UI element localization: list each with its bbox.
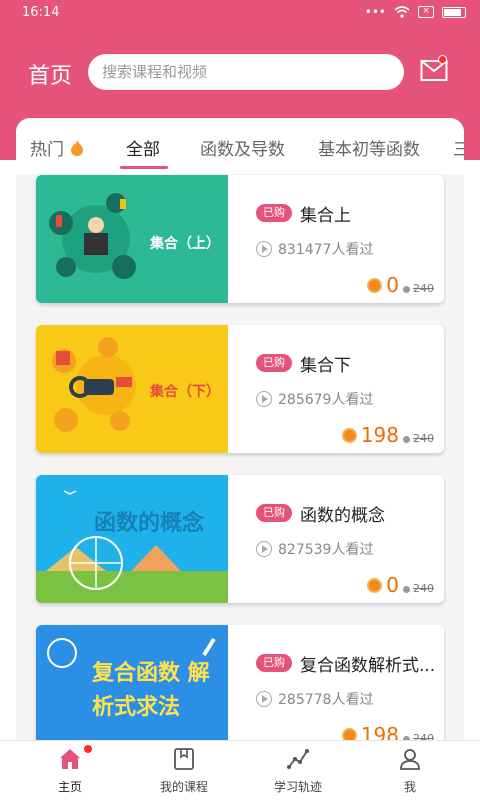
view-count-text: 285679人看过	[278, 392, 374, 408]
course-thumbnail: 集合（上）	[36, 175, 228, 303]
nav-label: 我的课程	[159, 780, 208, 794]
price-row: 198 240	[341, 423, 434, 447]
course-info: 已购 集合上 831477人看过 0 240	[228, 175, 444, 303]
tab-functions-derivatives[interactable]: 函数及导数	[200, 135, 285, 160]
category-tabs: 热门 全部 函数及导数 基本初等函数 三	[16, 118, 464, 174]
view-count-text: 827539人看过	[278, 542, 374, 558]
close-box-icon: ×	[418, 6, 434, 18]
price-row: 0 240	[367, 273, 434, 297]
course-title: 复合函数解析式...	[300, 656, 436, 676]
thumbnail-caption: 集合（下）	[150, 384, 220, 400]
tab-hot-label: 热门	[30, 140, 64, 160]
play-icon	[256, 241, 272, 257]
coin-icon	[341, 427, 357, 443]
course-title: 函数的概念	[300, 506, 385, 526]
original-price: 240	[403, 432, 434, 445]
view-count-text: 285778人看过	[278, 692, 374, 708]
book-icon	[174, 748, 194, 770]
price-row: 0 240	[367, 573, 434, 597]
thumbnail-caption: 函数的概念	[94, 511, 205, 536]
tab-more[interactable]: 三	[453, 135, 464, 160]
nav-item-learning-track[interactable]: 学习轨迹	[238, 741, 358, 800]
thumbnail-illustration	[36, 490, 228, 603]
content-panel: 热门 全部 函数及导数 基本初等函数 三 集合（上） 已购 集合上 831477…	[16, 118, 464, 800]
purchased-badge: 已购	[256, 204, 292, 222]
home-icon	[60, 749, 80, 769]
flame-icon	[71, 140, 84, 156]
thumbnail-caption: 复合函数 解析式求法	[92, 661, 210, 720]
original-price: 240	[403, 282, 434, 295]
course-title: 集合上	[300, 206, 351, 226]
purchased-badge: 已购	[256, 354, 292, 372]
notification-dot	[438, 55, 447, 64]
nav-item-home[interactable]: 主页	[10, 741, 130, 800]
coin-icon	[367, 277, 383, 293]
purchased-badge: 已购	[256, 654, 292, 672]
status-bar: 16:14 ••• ×	[0, 0, 480, 26]
view-count: 285679人看过	[256, 389, 373, 409]
notification-dot	[84, 745, 92, 753]
purchased-badge: 已购	[256, 504, 292, 522]
page-title: 首页	[28, 64, 73, 89]
course-card[interactable]: 集合（上） 已购 集合上 831477人看过 0 240	[36, 175, 444, 303]
course-info: 已购 复合函数解析式... 285778人看过 198 240	[228, 625, 444, 753]
tab-hot[interactable]: 热门	[30, 135, 85, 160]
profile-icon	[400, 749, 420, 770]
price: 0	[386, 273, 399, 297]
view-count-text: 831477人看过	[278, 242, 374, 258]
course-thumbnail: 复合函数 解析式求法	[36, 625, 228, 753]
course-info: 已购 集合下 285679人看过 198 240	[228, 325, 444, 453]
view-count: 831477人看过	[256, 239, 373, 259]
thumbnail-caption: 集合（上）	[150, 236, 220, 252]
course-thumbnail: 函数的概念	[36, 475, 228, 603]
play-icon	[256, 691, 272, 707]
nav-label: 我	[403, 780, 416, 794]
wifi-icon	[394, 6, 410, 18]
course-info: 已购 函数的概念 827539人看过 0 240	[228, 475, 444, 603]
battery-icon	[442, 6, 466, 18]
search-input[interactable]: 搜索课程和视频	[88, 54, 404, 90]
play-icon	[256, 391, 272, 407]
view-count: 827539人看过	[256, 539, 373, 559]
active-tab-indicator	[120, 166, 168, 169]
course-card[interactable]: 集合（下） 已购 集合下 285679人看过 198 240	[36, 325, 444, 453]
status-icons: ••• ×	[365, 5, 466, 19]
nav-item-me[interactable]: 我	[350, 741, 470, 800]
nav-label: 学习轨迹	[273, 780, 322, 794]
status-time: 16:14	[22, 5, 60, 20]
tab-all[interactable]: 全部	[126, 135, 160, 160]
price: 198	[360, 423, 399, 447]
price: 0	[386, 573, 399, 597]
course-thumbnail: 集合（下）	[36, 325, 228, 453]
course-title: 集合下	[300, 356, 351, 376]
bottom-nav: 主页 我的课程 学习轨迹 我	[0, 740, 480, 800]
original-price: 240	[403, 582, 434, 595]
view-count: 285778人看过	[256, 689, 373, 709]
play-icon	[256, 541, 272, 557]
nav-label: 主页	[57, 780, 82, 794]
trend-icon	[287, 749, 309, 769]
course-card[interactable]: 复合函数 解析式求法 已购 复合函数解析式... 285778人看过 198 2…	[36, 625, 444, 753]
course-card[interactable]: 函数的概念 已购 函数的概念 827539人看过 0 240	[36, 475, 444, 603]
tab-elementary-functions[interactable]: 基本初等函数	[318, 135, 420, 160]
nav-item-my-courses[interactable]: 我的课程	[124, 741, 244, 800]
coin-icon	[367, 577, 383, 593]
dots-icon: •••	[364, 5, 386, 19]
